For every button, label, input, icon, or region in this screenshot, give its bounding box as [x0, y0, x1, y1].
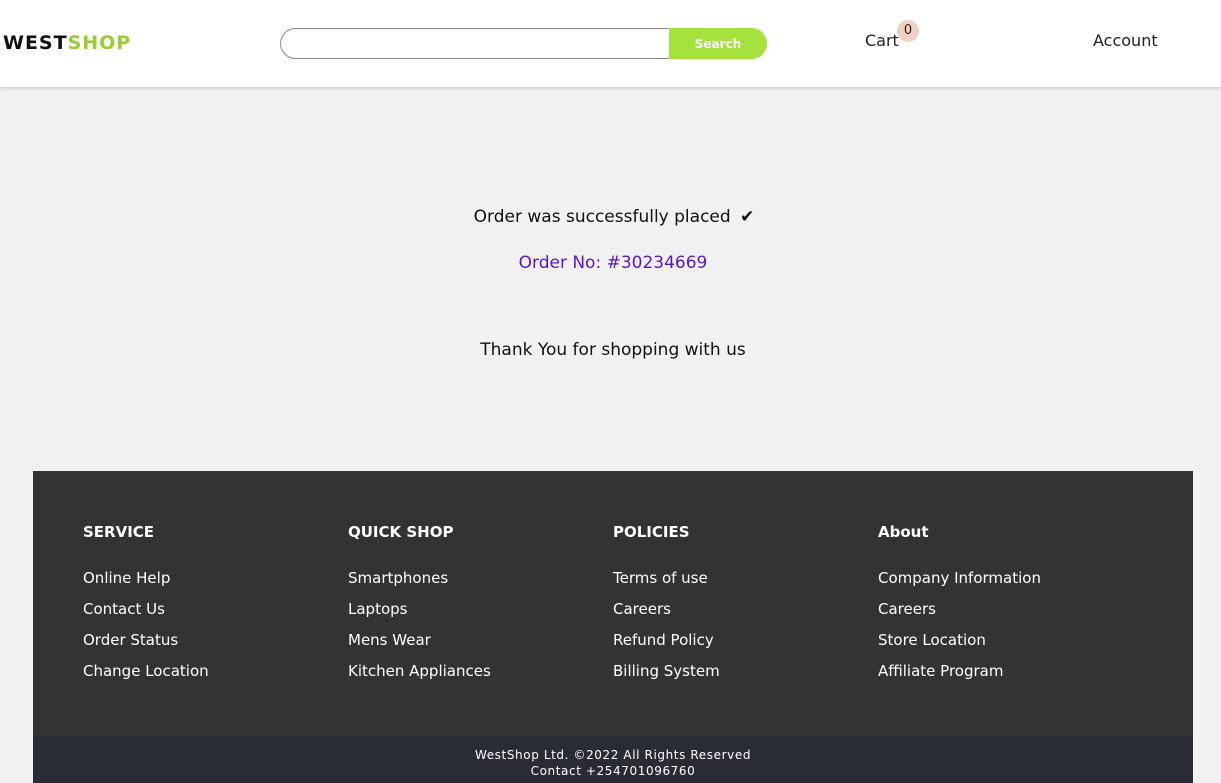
success-text: Order was successfully placed — [473, 207, 731, 227]
footer-link-careers-about[interactable]: Careers — [878, 600, 1138, 631]
footer-link-change-location[interactable]: Change Location — [83, 662, 343, 693]
order-confirmation: Order was successfully placed ✔ Order No… — [0, 89, 1221, 471]
contact-text: Contact +254701096760 — [530, 764, 696, 778]
footer-link-affiliate-program[interactable]: Affiliate Program — [878, 662, 1138, 693]
footer-link-laptops[interactable]: Laptops — [348, 600, 608, 631]
search-input[interactable] — [280, 28, 669, 59]
site-header: WESTSHOP Search Cart 0 Account — [0, 0, 1221, 88]
footer-bottom-bar: WestShop Ltd. ©2022 All Rights Reserved … — [33, 736, 1193, 783]
thank-you-message: Thank You for shopping with us — [480, 340, 746, 360]
cart-count-badge: 0 — [897, 20, 919, 42]
footer-link-contact-us[interactable]: Contact Us — [83, 600, 343, 631]
footer-heading: POLICIES — [613, 523, 690, 541]
search-button[interactable]: Search — [669, 28, 767, 59]
site-footer: SERVICE Online Help Contact Us Order Sta… — [33, 471, 1193, 736]
logo-west: WEST — [3, 32, 68, 54]
order-number: Order No: #30234669 — [518, 253, 708, 273]
footer-heading: About — [878, 523, 929, 541]
footer-link-billing-system[interactable]: Billing System — [613, 662, 873, 693]
footer-link-smartphones[interactable]: Smartphones — [348, 569, 608, 600]
logo-shop: SHOP — [67, 32, 132, 54]
footer-link-mens-wear[interactable]: Mens Wear — [348, 631, 608, 662]
footer-link-store-location[interactable]: Store Location — [878, 631, 1138, 662]
footer-link-terms-of-use[interactable]: Terms of use — [613, 569, 873, 600]
footer-heading: QUICK SHOP — [348, 523, 454, 541]
footer-column-service: SERVICE Online Help Contact Us Order Sta… — [83, 523, 343, 693]
footer-column-about: About Company Information Careers Store … — [878, 523, 1138, 693]
copyright-text: WestShop Ltd. ©2022 All Rights Reserved — [474, 748, 752, 762]
check-icon: ✔ — [740, 207, 755, 227]
search-bar: Search — [280, 28, 767, 59]
footer-link-kitchen-appliances[interactable]: Kitchen Appliances — [348, 662, 608, 693]
cart-link[interactable]: Cart — [865, 31, 899, 50]
footer-column-quick-shop: QUICK SHOP Smartphones Laptops Mens Wear… — [348, 523, 608, 693]
footer-link-refund-policy[interactable]: Refund Policy — [613, 631, 873, 662]
footer-link-careers[interactable]: Careers — [613, 600, 873, 631]
footer-link-company-information[interactable]: Company Information — [878, 569, 1138, 600]
account-link[interactable]: Account — [1093, 31, 1158, 50]
success-message: Order was successfully placed ✔ — [0, 207, 1221, 227]
site-logo[interactable]: WESTSHOP — [3, 32, 131, 54]
footer-heading: SERVICE — [83, 523, 155, 541]
footer-column-policies: POLICIES Terms of use Careers Refund Pol… — [613, 523, 873, 693]
footer-link-online-help[interactable]: Online Help — [83, 569, 343, 600]
footer-link-order-status[interactable]: Order Status — [83, 631, 343, 662]
